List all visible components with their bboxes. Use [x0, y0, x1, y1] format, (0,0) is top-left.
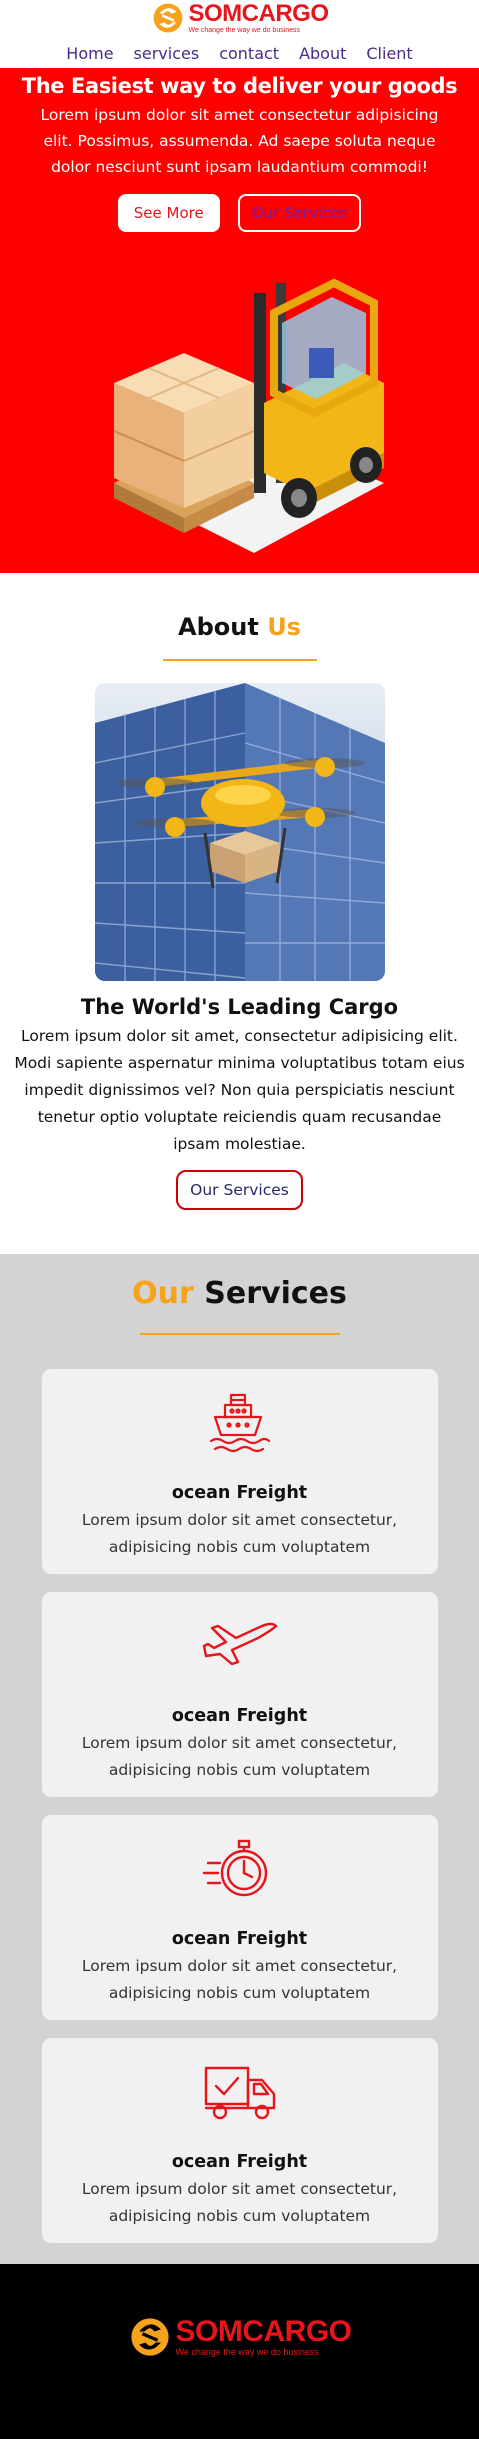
- nav-client[interactable]: Client: [366, 44, 412, 63]
- site-header: SOMCARGO We change the way we do busines…: [0, 0, 479, 68]
- about-section: About Us The World's Leading Cargo Lorem…: [0, 573, 479, 1254]
- stopwatch-icon: [202, 1839, 267, 1897]
- service-text: Lorem ipsum dolor sit amet consectetur, …: [81, 1957, 398, 2002]
- service-text: Lorem ipsum dolor sit amet consectetur, …: [81, 1511, 398, 1556]
- airplane-icon: [202, 1622, 277, 1666]
- services-section: Our Services ocean Freight Lorem ipsum d…: [0, 1254, 479, 2264]
- nav-contact[interactable]: contact: [219, 44, 279, 63]
- site-footer: SOMCARGO We change the way we do busines…: [0, 2264, 479, 2439]
- ship-icon: [209, 1393, 270, 1453]
- service-text: Lorem ipsum dolor sit amet consectetur, …: [81, 2180, 398, 2225]
- brand-tagline: We change the way we do business: [188, 27, 301, 34]
- nav-about[interactable]: About: [299, 44, 346, 63]
- title-underline: [139, 1333, 340, 1335]
- title-underline: [162, 659, 317, 661]
- drone-delivery-image: [94, 683, 385, 981]
- about-title: About Us: [178, 613, 301, 641]
- logo-mark-icon: [130, 2318, 169, 2356]
- forklift-illustration: [113, 278, 384, 553]
- about-our-services-button[interactable]: Our Services: [176, 1170, 303, 1210]
- service-title: ocean Freight: [171, 1929, 308, 1949]
- brand-logo[interactable]: SOMCARGO We change the way we do busines…: [151, 0, 329, 36]
- our-services-button[interactable]: Our Services: [237, 194, 362, 232]
- footer-brand-tagline: We change the way we do business: [175, 2347, 319, 2357]
- delivery-truck-icon: [204, 2066, 275, 2120]
- hero-title: The Easiest way to deliver your goods: [21, 74, 458, 98]
- service-text: Lorem ipsum dolor sit amet consectetur, …: [81, 1734, 398, 1779]
- main-nav: Home services contact About Client: [0, 44, 479, 63]
- about-text: Lorem ipsum dolor sit amet, consectetur …: [14, 1027, 465, 1153]
- hero-section: The Easiest way to deliver your goods Lo…: [0, 68, 479, 573]
- footer-brand-name: SOMCARGO: [175, 2315, 353, 2348]
- services-title: Our Services: [132, 1276, 347, 1311]
- nav-services[interactable]: services: [134, 44, 200, 63]
- service-title: ocean Freight: [171, 1706, 308, 1726]
- brand-name: SOMCARGO: [188, 0, 330, 27]
- about-heading: The World's Leading Cargo: [80, 995, 399, 1019]
- see-more-button[interactable]: See More: [117, 194, 220, 232]
- nav-home[interactable]: Home: [66, 44, 113, 63]
- service-title: ocean Freight: [171, 1483, 308, 1503]
- service-card: ocean Freight Lorem ipsum dolor sit amet…: [41, 2038, 438, 2243]
- service-card: ocean Freight Lorem ipsum dolor sit amet…: [41, 1592, 438, 1797]
- logo-mark-icon: [153, 3, 182, 33]
- service-card: ocean Freight Lorem ipsum dolor sit amet…: [41, 1369, 438, 1574]
- service-title: ocean Freight: [171, 2152, 308, 2172]
- service-card: ocean Freight Lorem ipsum dolor sit amet…: [41, 1815, 438, 2020]
- footer-logo[interactable]: SOMCARGO We change the way we do busines…: [128, 2314, 352, 2360]
- hero-text: Lorem ipsum dolor sit amet consectetur a…: [40, 106, 439, 176]
